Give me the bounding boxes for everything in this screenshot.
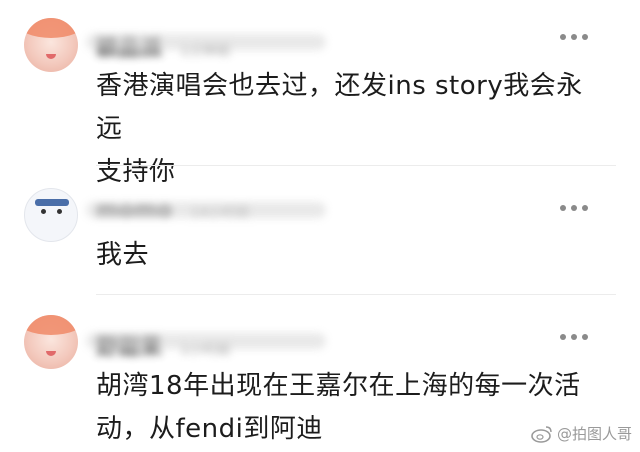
comment-text: 胡湾18年出现在王嘉尔在上海的每一次活 动，从fendi到阿迪	[96, 365, 596, 451]
more-options-icon[interactable]	[560, 33, 588, 41]
comment-text-line: 胡湾18年出现在王嘉尔在上海的每一次活	[96, 371, 581, 401]
watermark-text: @拍图人哥	[556, 425, 632, 443]
user-avatar[interactable]	[24, 315, 78, 369]
comment-text-line: 我去	[96, 240, 150, 270]
username-blurred[interactable]: 颖品派1分钟前	[86, 30, 326, 61]
comment-text-line: 动，从fendi到阿迪	[96, 414, 323, 444]
username-blurred[interactable]: momo14小时前	[86, 198, 326, 224]
more-options-icon[interactable]	[560, 333, 588, 341]
user-avatar[interactable]	[24, 188, 78, 242]
user-avatar[interactable]	[24, 18, 78, 72]
comment-item: momo14小时前 我去	[0, 166, 640, 294]
comment-text: 我去	[96, 234, 596, 277]
comment-text-line: 香港演唱会也去过，还发ins story我会永远	[96, 71, 583, 144]
watermark: @拍图人哥	[531, 423, 632, 444]
more-options-icon[interactable]	[560, 204, 588, 212]
weibo-logo-icon	[531, 425, 553, 443]
comment-item: 颖品派1分钟前 香港演唱会也去过，还发ins story我会永远 支持你	[0, 0, 640, 187]
username-blurred[interactable]: 野甜果1小时前	[86, 329, 326, 360]
